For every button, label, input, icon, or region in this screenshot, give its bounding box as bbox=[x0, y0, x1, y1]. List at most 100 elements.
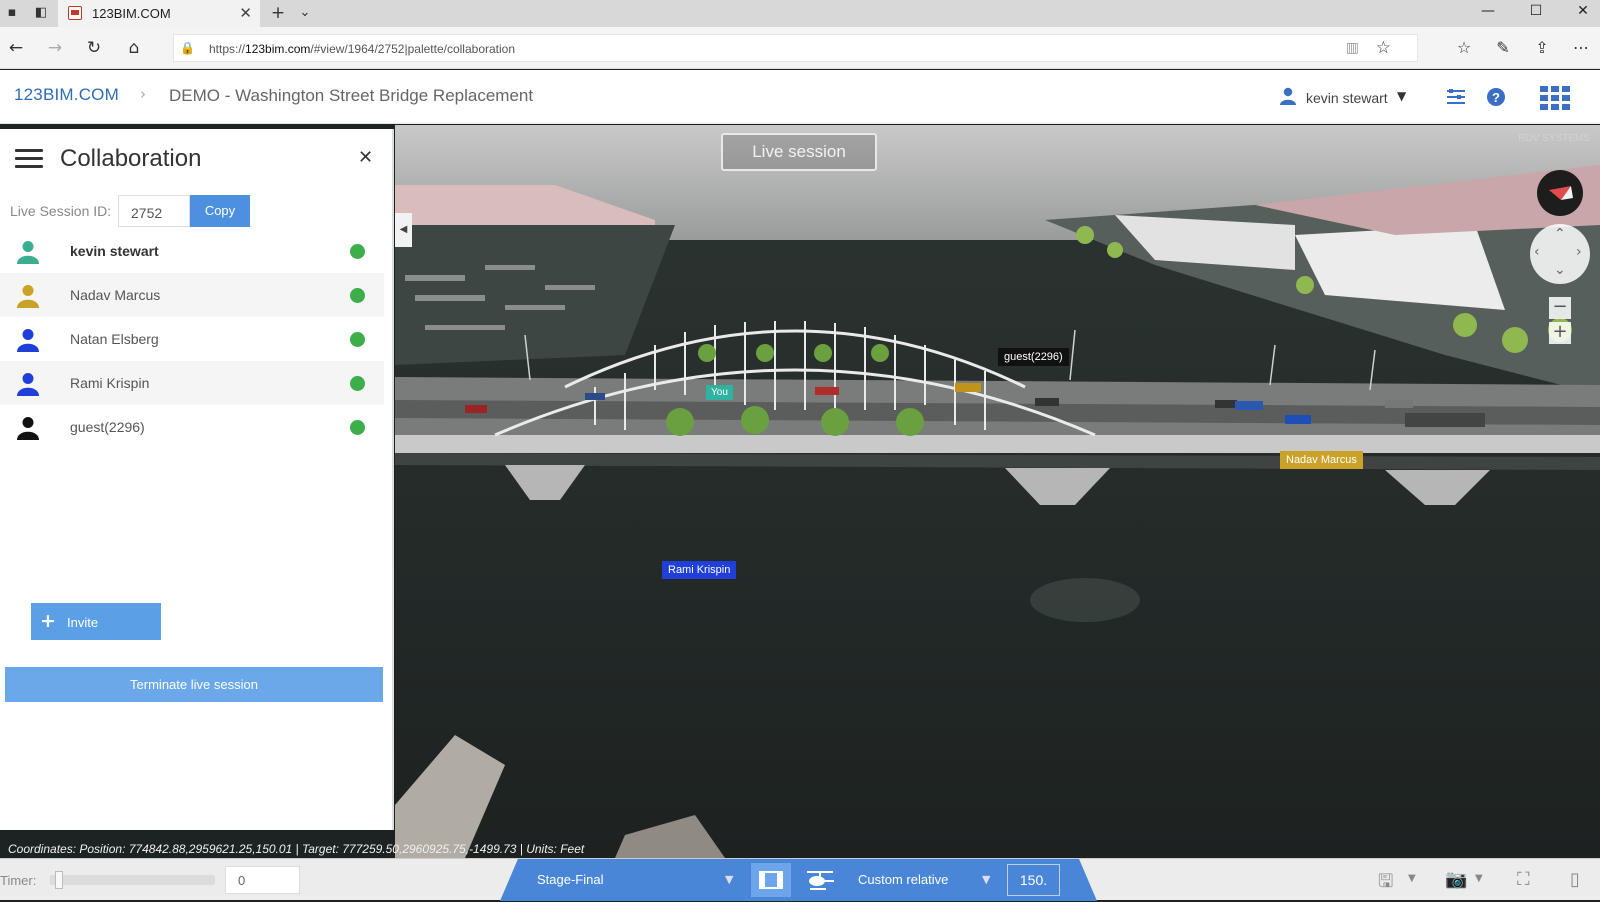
member-row[interactable]: Rami Krispin bbox=[0, 361, 384, 405]
user-avatar-icon bbox=[17, 285, 39, 308]
invite-button[interactable]: + Invite bbox=[31, 603, 161, 640]
favorites-icon[interactable]: ☆ bbox=[1453, 37, 1475, 59]
fit-view-button[interactable] bbox=[751, 863, 791, 897]
app-logo[interactable]: 123BIM.COM bbox=[14, 85, 119, 105]
help-icon[interactable]: ? bbox=[1486, 86, 1506, 108]
bottom-toolbar: Timer: 0 Stage-Final ▼ Custom relative ▼… bbox=[0, 858, 1600, 901]
layers-icon[interactable] bbox=[1446, 86, 1466, 108]
invite-label: Invite bbox=[67, 615, 99, 630]
user-avatar-icon bbox=[17, 373, 39, 396]
refresh-icon[interactable]: ↻ bbox=[84, 38, 104, 58]
member-name: Nadav Marcus bbox=[70, 287, 161, 303]
live-session-label: Live session bbox=[721, 133, 877, 171]
bridge-scene bbox=[395, 125, 1600, 858]
minimize-icon[interactable]: — bbox=[1473, 3, 1503, 23]
user-avatar-icon bbox=[17, 329, 39, 352]
session-id-field[interactable]: 2752 bbox=[118, 195, 190, 227]
height-input[interactable]: 150. bbox=[1007, 864, 1060, 896]
collapse-panel-icon[interactable]: ◀ bbox=[395, 213, 412, 247]
session-id-label: Live Session ID: bbox=[10, 203, 112, 219]
compass-icon[interactable] bbox=[1537, 170, 1583, 216]
coordinates-readout: Coordinates: Position: 774842.88,2959621… bbox=[8, 842, 585, 856]
member-row[interactable]: guest(2296) bbox=[0, 405, 384, 449]
mode-dropdown-caret-icon[interactable]: ▼ bbox=[982, 873, 990, 886]
pan-control[interactable]: ⌃ ‹ › ⌄ bbox=[1530, 224, 1590, 284]
user-tag-you: You bbox=[706, 385, 733, 400]
stage-select[interactable]: Stage-Final bbox=[537, 872, 603, 887]
plus-icon: + bbox=[40, 610, 56, 632]
zoom-out-icon[interactable]: − bbox=[1549, 297, 1571, 319]
pan-left-icon[interactable]: ‹ bbox=[1534, 244, 1540, 260]
hamburger-menu-icon[interactable] bbox=[15, 149, 43, 169]
tab-list-chevron-icon[interactable]: ⌄ bbox=[297, 5, 313, 21]
project-title: DEMO - Washington Street Bridge Replacem… bbox=[169, 86, 534, 105]
window-menu-icon[interactable]: ▪ bbox=[4, 5, 20, 21]
member-name: kevin stewart bbox=[70, 243, 159, 259]
timer-input[interactable]: 0 bbox=[225, 866, 300, 894]
save-icon[interactable]: 🖫 bbox=[1378, 869, 1393, 899]
terminate-session-button[interactable]: Terminate live session bbox=[5, 667, 383, 702]
tab-preview-icon[interactable]: ◧ bbox=[33, 5, 49, 21]
member-name: Rami Krispin bbox=[70, 375, 150, 391]
url-field[interactable]: 🔒 https://123bim.com/#view/1964/2752|pal… bbox=[173, 34, 1418, 62]
tab-title: 123BIM.COM bbox=[92, 6, 171, 21]
camera-mode-select[interactable]: Custom relative bbox=[858, 872, 948, 887]
share-icon[interactable]: ⇪ bbox=[1531, 37, 1553, 59]
pan-down-icon[interactable]: ⌄ bbox=[1554, 262, 1566, 278]
zoom-in-icon[interactable]: + bbox=[1549, 322, 1571, 344]
pen-icon[interactable]: ✎ bbox=[1492, 37, 1514, 59]
new-tab-icon[interactable]: + bbox=[270, 5, 286, 22]
app-header: 123BIM.COM › DEMO - Washington Street Br… bbox=[0, 70, 1600, 124]
camera-icon[interactable]: 📷 bbox=[1445, 869, 1467, 890]
camera-caret-icon[interactable]: ▼ bbox=[1475, 873, 1483, 884]
pan-right-icon[interactable]: › bbox=[1576, 244, 1582, 260]
online-status-icon bbox=[350, 332, 365, 347]
browser-tab-bar: ▪ ◧ 123BIM.COM ✕ + ⌄ — ☐ ✕ bbox=[0, 0, 1600, 27]
maximize-icon[interactable]: ☐ bbox=[1521, 3, 1551, 23]
browser-tab[interactable]: 123BIM.COM ✕ bbox=[58, 0, 260, 27]
copy-button[interactable]: Copy bbox=[190, 195, 250, 227]
helicopter-icon[interactable] bbox=[805, 868, 835, 892]
more-icon[interactable]: ⋯ bbox=[1570, 37, 1592, 59]
panel-toggle-icon[interactable]: ▯ bbox=[1570, 869, 1580, 890]
timer-slider[interactable] bbox=[50, 875, 215, 885]
member-list: kevin stewart Nadav Marcus Natan Elsberg… bbox=[0, 229, 384, 449]
user-avatar-icon bbox=[17, 241, 39, 264]
address-bar: ← → ↻ ⌂ 🔒 https://123bim.com/#view/1964/… bbox=[0, 27, 1600, 69]
member-row[interactable]: kevin stewart bbox=[0, 229, 384, 273]
member-name: Natan Elsberg bbox=[70, 331, 159, 347]
home-icon[interactable]: ⌂ bbox=[124, 38, 144, 58]
url-text: https://123bim.com/#view/1964/2752|palet… bbox=[209, 42, 516, 56]
window-close-icon[interactable]: ✕ bbox=[1568, 3, 1598, 23]
member-row[interactable]: Nadav Marcus bbox=[0, 273, 384, 317]
save-caret-icon[interactable]: ▼ bbox=[1408, 873, 1416, 884]
user-name: kevin stewart bbox=[1306, 90, 1388, 106]
tab-close-icon[interactable]: ✕ bbox=[239, 4, 252, 22]
member-row[interactable]: Natan Elsberg bbox=[0, 317, 384, 361]
user-avatar-icon bbox=[17, 417, 39, 440]
lock-icon: 🔒 bbox=[180, 41, 195, 55]
online-status-icon bbox=[350, 420, 365, 435]
user-icon bbox=[1280, 87, 1296, 105]
panel-close-icon[interactable]: ✕ bbox=[358, 147, 373, 168]
member-name: guest(2296) bbox=[70, 419, 145, 435]
svg-text:?: ? bbox=[1492, 90, 1500, 105]
timer-slider-handle[interactable] bbox=[55, 871, 63, 889]
apps-grid-icon[interactable] bbox=[1540, 86, 1570, 110]
fullscreen-icon[interactable]: ⛶ bbox=[1517, 869, 1530, 890]
brand-watermark: RDV SYSTEMS bbox=[1518, 133, 1590, 144]
stage-dropdown-caret-icon[interactable]: ▼ bbox=[725, 873, 733, 886]
forward-icon[interactable]: → bbox=[45, 38, 65, 58]
panel-title: Collaboration bbox=[60, 145, 202, 172]
timer-label: Timer: bbox=[0, 873, 37, 888]
site-favicon-icon bbox=[68, 6, 82, 20]
user-menu-caret-icon: ▼ bbox=[1397, 89, 1407, 103]
3d-viewport[interactable]: Live session RDV SYSTEMS ◀ guest(2296) Y… bbox=[395, 125, 1600, 858]
pan-up-icon[interactable]: ⌃ bbox=[1554, 226, 1566, 242]
frame-icon bbox=[759, 871, 783, 889]
breadcrumb-chevron-icon: › bbox=[140, 85, 146, 103]
reading-view-icon[interactable]: ▥ bbox=[1346, 40, 1359, 56]
back-icon[interactable]: ← bbox=[6, 38, 26, 58]
user-tag-nadav: Nadav Marcus bbox=[1280, 451, 1363, 469]
favorite-star-icon[interactable]: ☆ bbox=[1376, 38, 1391, 58]
